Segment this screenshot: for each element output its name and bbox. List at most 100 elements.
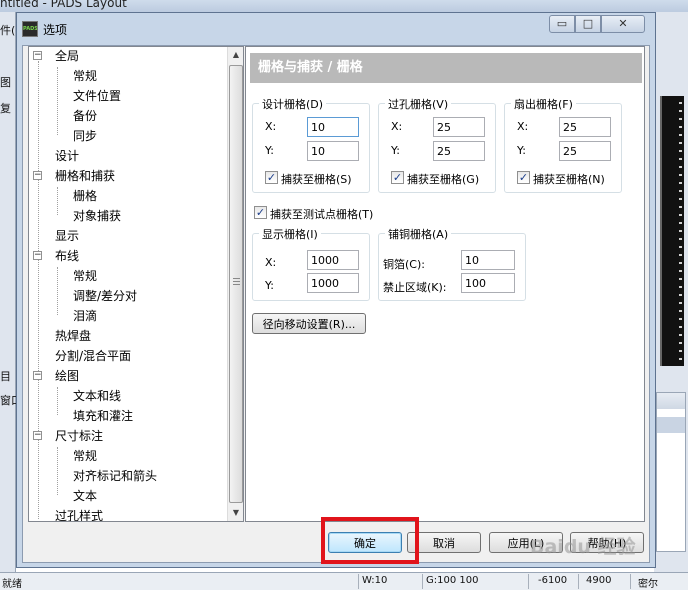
checkbox-check-icon[interactable]: ✓ (391, 171, 404, 184)
tree-scrollbar[interactable]: ▲ ▼ (227, 47, 243, 521)
scroll-thumb[interactable] (229, 65, 243, 503)
copper-keepout-input[interactable] (461, 273, 515, 293)
status-separator (358, 574, 359, 589)
dialog-client-area: − 全局 常规 文件位置 备份 同步 设计 − 栅格和捕获 栅格 对象捕获 显示… (22, 45, 650, 564)
tree-connector (57, 447, 58, 495)
tree-item-object-snap[interactable]: 对象捕获 (73, 207, 121, 225)
maximize-button[interactable]: □ (575, 15, 601, 33)
via-grid-x-input[interactable] (433, 117, 485, 137)
tree-item-backup[interactable]: 备份 (73, 107, 97, 125)
display-grid-x-input[interactable] (307, 250, 359, 270)
collapse-toggle[interactable]: − (33, 171, 42, 180)
tree-item-grids[interactable]: 栅格 (73, 187, 98, 205)
copper-grid-group: 铺铜栅格(A) 铜箔(C): 禁止区域(K): (378, 226, 526, 301)
x-label: X: (265, 120, 277, 133)
app-bottom-margin (0, 590, 688, 610)
tree-item-label: 泪滴 (73, 309, 98, 323)
hatch-label: 铜箔(C): (383, 258, 425, 271)
tree-item-label: 调整/差分对 (73, 289, 138, 303)
checkbox-label: 捕获至测试点栅格(T) (270, 208, 374, 221)
fanout-grid-x-input[interactable] (559, 117, 611, 137)
checkbox-label: 捕获至栅格(N) (533, 173, 605, 186)
status-bar: 就绪 W:10 G:100 100 -6100 4900 密尔 (0, 572, 688, 590)
tree-item-label: 常规 (73, 269, 98, 283)
checkbox-check-icon[interactable]: ✓ (254, 206, 267, 219)
tree-connector (57, 267, 58, 315)
design-grid-x-input[interactable] (307, 117, 359, 137)
design-grid-y-input[interactable] (307, 141, 359, 161)
tree-connector (57, 387, 58, 415)
group-label: 显示栅格(I) (259, 226, 321, 242)
status-y-coord: 4900 (586, 575, 612, 586)
canvas-grid-dots (679, 96, 682, 366)
display-grid-group: 显示栅格(I) X: Y: (252, 226, 370, 301)
close-button[interactable]: ✕ (601, 15, 645, 33)
left-tool-fragment[interactable]: 复 (0, 100, 16, 116)
fanout-grid-y-input[interactable] (559, 141, 611, 161)
tree-item-label: 对象捕获 (73, 209, 122, 223)
tree-item-file-locations[interactable]: 文件位置 (73, 87, 121, 105)
dialog-titlebar[interactable]: PADS 选项 ▭ □ ✕ (17, 13, 655, 43)
tree-item-routing-general[interactable]: 常规 (73, 267, 97, 285)
scroll-down-icon[interactable]: ▼ (229, 505, 243, 521)
copper-hatch-input[interactable] (461, 250, 515, 270)
tree-item-design[interactable]: 设计 (55, 147, 79, 165)
design-canvas[interactable] (660, 96, 684, 366)
scroll-up-icon[interactable]: ▲ (229, 47, 243, 63)
left-panel-fragment[interactable]: 窗口 (0, 392, 16, 408)
status-unit: 密尔 (638, 579, 658, 590)
checkbox-check-icon[interactable]: ✓ (517, 171, 530, 184)
tree-item-label: 同步 (73, 129, 98, 143)
tree-item-label: 布线 (55, 249, 80, 263)
tree-item-label: 常规 (73, 69, 98, 83)
left-panel-fragment[interactable]: 目 (0, 368, 16, 384)
checkbox-check-icon[interactable]: ✓ (265, 171, 278, 184)
via-grid-y-input[interactable] (433, 141, 485, 161)
status-separator (422, 574, 423, 589)
tree-item-dim-text[interactable]: 文本 (73, 487, 97, 505)
status-separator (630, 574, 631, 589)
tree-item-label: 栅格和捕获 (55, 169, 116, 183)
tree-item-teardrops[interactable]: 泪滴 (73, 307, 97, 325)
x-label: X: (517, 120, 529, 133)
tree-item-general[interactable]: 常规 (73, 67, 97, 85)
tree-item-label: 设计 (55, 149, 80, 163)
tree-item-dim-general[interactable]: 常规 (73, 447, 97, 465)
tree-item-tuning-diffpair[interactable]: 调整/差分对 (73, 287, 137, 305)
tree-item-label: 尺寸标注 (55, 429, 104, 443)
collapse-toggle[interactable]: − (33, 51, 42, 60)
group-label: 扇出栅格(F) (511, 96, 576, 112)
app-left-toolbar: 件( 图 复 目 窗口 (0, 12, 16, 580)
tree-item-fill-flood[interactable]: 填充和灌注 (73, 407, 133, 425)
tree-item-text-lines[interactable]: 文本和线 (73, 387, 121, 405)
collapse-toggle[interactable]: − (33, 251, 42, 260)
ok-button[interactable]: 确定 (328, 532, 402, 553)
checkbox-label: 捕获至栅格(S) (281, 173, 352, 186)
page-title: 栅格与捕获 / 栅格 (250, 53, 642, 83)
tree-item-label: 文件位置 (73, 89, 122, 103)
display-grid-y-input[interactable] (307, 273, 359, 293)
tree-item-thermals[interactable]: 热焊盘 (55, 327, 91, 345)
dialog-title: 选项 (43, 23, 68, 37)
status-ready: 就绪 (2, 579, 22, 590)
collapse-toggle[interactable]: − (33, 371, 42, 380)
pads-app-icon: PADS (22, 21, 38, 37)
group-label: 铺铜栅格(A) (385, 226, 452, 242)
watermark: Baidu 经验 (530, 536, 636, 558)
settings-page: 栅格与捕获 / 栅格 设计栅格(D) X: Y: ✓ 捕获至栅格(S) 过孔栅格… (245, 46, 645, 522)
tree-item-sync[interactable]: 同步 (73, 127, 97, 145)
left-menu-fragment[interactable]: 件( (0, 22, 16, 38)
left-tool-fragment[interactable]: 图 (0, 74, 16, 90)
tree-item-split-mixed-plane[interactable]: 分割/混合平面 (55, 347, 131, 365)
cancel-button[interactable]: 取消 (407, 532, 481, 553)
tree-item-label: 全局 (55, 49, 80, 63)
collapse-toggle[interactable]: − (33, 431, 42, 440)
fanout-grid-group: 扇出栅格(F) X: Y: ✓ 捕获至栅格(N) (504, 96, 622, 193)
minimize-button[interactable]: ▭ (549, 15, 575, 33)
radial-move-setup-button[interactable]: 径向移动设置(R)... (252, 313, 366, 334)
tree-item-label: 热焊盘 (55, 329, 92, 343)
tree-item-label: 过孔样式 (55, 509, 104, 522)
tree-item-display[interactable]: 显示 (55, 227, 79, 245)
tree-item-alignment-arrows[interactable]: 对齐标记和箭头 (73, 467, 157, 485)
tree-item-via-styles[interactable]: 过孔样式 (55, 507, 104, 522)
